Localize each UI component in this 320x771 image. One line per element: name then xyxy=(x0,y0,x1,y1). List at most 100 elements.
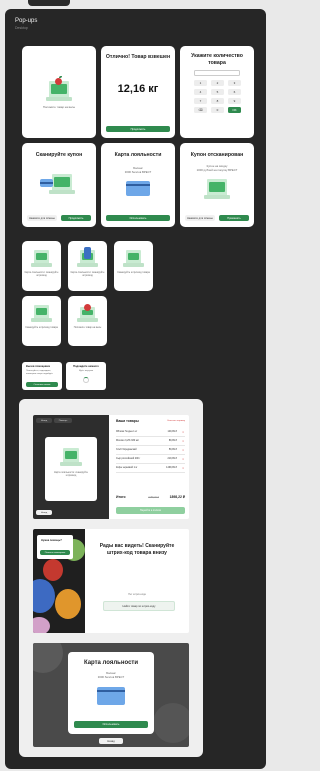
small-card-barcode-1: Сканируйте штрихкод товара xyxy=(114,241,153,291)
total-value: 1898,22 ₽ xyxy=(169,495,185,499)
weighed-continue-button[interactable]: Продолжить xyxy=(106,126,170,132)
welcome-title: Рады вас видеть! Сканируйте штрих-код то… xyxy=(99,543,175,556)
scanner-check-icon xyxy=(204,179,230,199)
loyalty-card: Карта лояльности Баланс 3000 баллов ВРЕС… xyxy=(101,143,175,227)
spinner-icon xyxy=(83,377,89,383)
key-2[interactable]: 2 xyxy=(211,80,224,86)
loyalty-back-button[interactable]: Назад xyxy=(99,738,123,744)
loyalty-use-button[interactable]: Использовать xyxy=(106,215,170,221)
cart-row: Сыр российский 200 г 219,99 ₽ × xyxy=(116,456,185,464)
cart-screen: Назад Помощь Карта лояльности: сканируйт… xyxy=(33,415,189,519)
key-9[interactable]: 9 xyxy=(228,98,241,104)
small-card-loyalty-2: Карта лояльности: сканируйте штрихкод xyxy=(68,241,107,291)
coupon-scanned-title: Купон отсканирован xyxy=(190,152,244,158)
small-card-text: Карта лояльности: сканируйте штрихкод xyxy=(24,271,59,278)
keypad: 1 2 3 4 5 6 7 8 9 ⌫ 0 OK xyxy=(194,80,241,113)
clear-cart-link[interactable]: Очистить корзину xyxy=(167,420,185,422)
key-ok[interactable]: OK xyxy=(228,107,241,113)
pay-button[interactable]: Перейти к оплате xyxy=(116,507,185,514)
quantity-title: Укажите количество товара xyxy=(191,53,243,66)
key-6[interactable]: 6 xyxy=(228,89,241,95)
screens-frame: Назад Помощь Карта лояльности: сканируйт… xyxy=(19,399,203,757)
cart-row: Яблоки Голден 1 кг 149,99 ₽ × xyxy=(116,429,185,437)
cart-popup: Карта лояльности: сканируйте штрихкод xyxy=(45,437,97,501)
scan-coupon-continue-button[interactable]: Продолжить xyxy=(61,215,91,221)
key-5[interactable]: 5 xyxy=(211,89,224,95)
coupon-apply-button[interactable]: Применить xyxy=(219,215,249,221)
scanner-icon xyxy=(123,250,144,267)
remove-icon[interactable]: × xyxy=(182,466,184,470)
remove-icon[interactable]: × xyxy=(182,448,184,452)
remove-icon[interactable]: × xyxy=(182,430,184,434)
key-8[interactable]: 8 xyxy=(211,98,224,104)
loyalty-card-icon xyxy=(126,181,150,196)
key-7[interactable]: 7 xyxy=(194,98,207,104)
small-card-text: Положите товар на весы xyxy=(73,326,102,329)
key-backspace[interactable]: ⌫ xyxy=(194,107,207,113)
cart-popup-text: Карта лояльности: сканируйте штрихкод xyxy=(54,471,88,478)
small-card-text: Сканируйте штрихкод товара xyxy=(25,326,58,329)
call-assistant-text: Пожалуйста, подождите, помощник скоро по… xyxy=(26,370,53,375)
help-popup-title: Нужна помощь? xyxy=(41,539,62,542)
cart-list: Ваши товары Очистить корзину Яблоки Голд… xyxy=(112,415,189,519)
no-barcode-label: Нет штрих-кода xyxy=(128,593,146,596)
small-card-loyalty-1: Карта лояльности: сканируйте штрихкод xyxy=(22,241,61,291)
cart-row: Молоко 3,2% 930 мл 89,99 ₽ × xyxy=(116,438,185,446)
call-assistant-title: Вызов помощника xyxy=(26,365,50,368)
search-by-barcode-button[interactable]: Найти товар по штрих-коду xyxy=(103,601,175,611)
key-1[interactable]: 1 xyxy=(194,80,207,86)
page-subtitle: Desktop xyxy=(15,26,28,30)
loyalty-points: 3000 баллов ВРЕСТ xyxy=(124,170,152,174)
back-bottom-button[interactable]: Назад xyxy=(36,510,52,515)
page-title: Pop-ups xyxy=(15,18,38,24)
key-0[interactable]: 0 xyxy=(211,107,224,113)
cart-left-panel: Назад Помощь Карта лояльности: сканируйт… xyxy=(33,415,109,519)
weighed-title: Отлично! Товар взвешен xyxy=(105,54,171,60)
cart-row: Кофе зерновой 1 кг 1499,99 ₽ × xyxy=(116,465,185,473)
cancel-call-button[interactable]: Отменить вызов xyxy=(26,382,58,387)
loyalty-popup: Карта лояльности Баланс 3000 баллов ВРЕС… xyxy=(68,652,154,734)
loading-popup: Подождите немного Идёт загрузка xyxy=(66,362,106,390)
loyalty-popup-use-button[interactable]: Использовать xyxy=(74,721,148,728)
loading-text: Идёт загрузка xyxy=(78,370,94,372)
apple-icon xyxy=(55,78,62,85)
scanner-icon xyxy=(31,305,52,322)
loyalty-popup-points: 3000 баллов ВРЕСТ xyxy=(97,675,125,679)
back-top-button[interactable]: Назад xyxy=(36,418,52,423)
key-3[interactable]: 3 xyxy=(228,80,241,86)
remove-icon[interactable]: × xyxy=(182,439,184,443)
small-card-scale: Положите товар на весы xyxy=(68,296,107,346)
small-card-text: Карта лояльности: сканируйте штрихкод xyxy=(70,271,105,278)
place-item-text: Положите товар на весы xyxy=(42,105,76,109)
small-card-barcode-2: Сканируйте штрихкод товара xyxy=(22,296,61,346)
quantity-input[interactable] xyxy=(194,70,240,76)
total-label: Итого xyxy=(116,495,126,499)
cart-heading: Ваши товары xyxy=(116,419,139,423)
scanner-icon xyxy=(31,250,52,267)
scan-coupon-cancel-button[interactable]: Нажмите для отмены xyxy=(27,215,57,221)
call-assistant-button[interactable]: Позвать помощника xyxy=(40,550,70,555)
coupon-scanned-card: Купон отсканирован Купон на скидку 1000 … xyxy=(180,143,254,227)
welcome-screen: Нужна помощь? Позвать помощника Рады вас… xyxy=(33,529,189,633)
apple-icon xyxy=(84,304,91,311)
help-top-button[interactable]: Помощь xyxy=(54,418,72,423)
old-total: 2158,70 ₽ xyxy=(148,496,159,499)
phone-card-icon xyxy=(84,247,91,259)
call-assistant-popup: Вызов помощника Пожалуйста, подождите, п… xyxy=(22,362,62,390)
top-tab[interactable] xyxy=(28,0,70,6)
loading-title: Подождите немного xyxy=(73,365,99,368)
cart-row: Хлеб бородинский 59,99 ₽ × xyxy=(116,447,185,455)
coupon-scanned-cancel-button[interactable]: Нажмите для отмены xyxy=(185,215,215,221)
help-popup: Нужна помощь? Позвать помощника xyxy=(37,535,73,559)
coupon-icon xyxy=(40,179,53,187)
remove-icon[interactable]: × xyxy=(182,457,184,461)
quantity-card: Укажите количество товара 1 2 3 4 5 6 7 … xyxy=(180,46,254,138)
frame-panel: Pop-ups Desktop Положите товар на весы О… xyxy=(5,9,266,769)
key-4[interactable]: 4 xyxy=(194,89,207,95)
loyalty-card-icon xyxy=(97,687,125,705)
scan-coupon-title: Сканируйте купон xyxy=(35,152,83,158)
loyalty-popup-title: Карта лояльности xyxy=(83,660,139,666)
weighed-card: Отлично! Товар взвешен 12,16 кг Продолжи… xyxy=(101,46,175,138)
coupon-discount: 1000 рублей на покупку ВРЕСТ xyxy=(196,168,238,172)
weight-value: 12,16 кг xyxy=(117,83,159,95)
